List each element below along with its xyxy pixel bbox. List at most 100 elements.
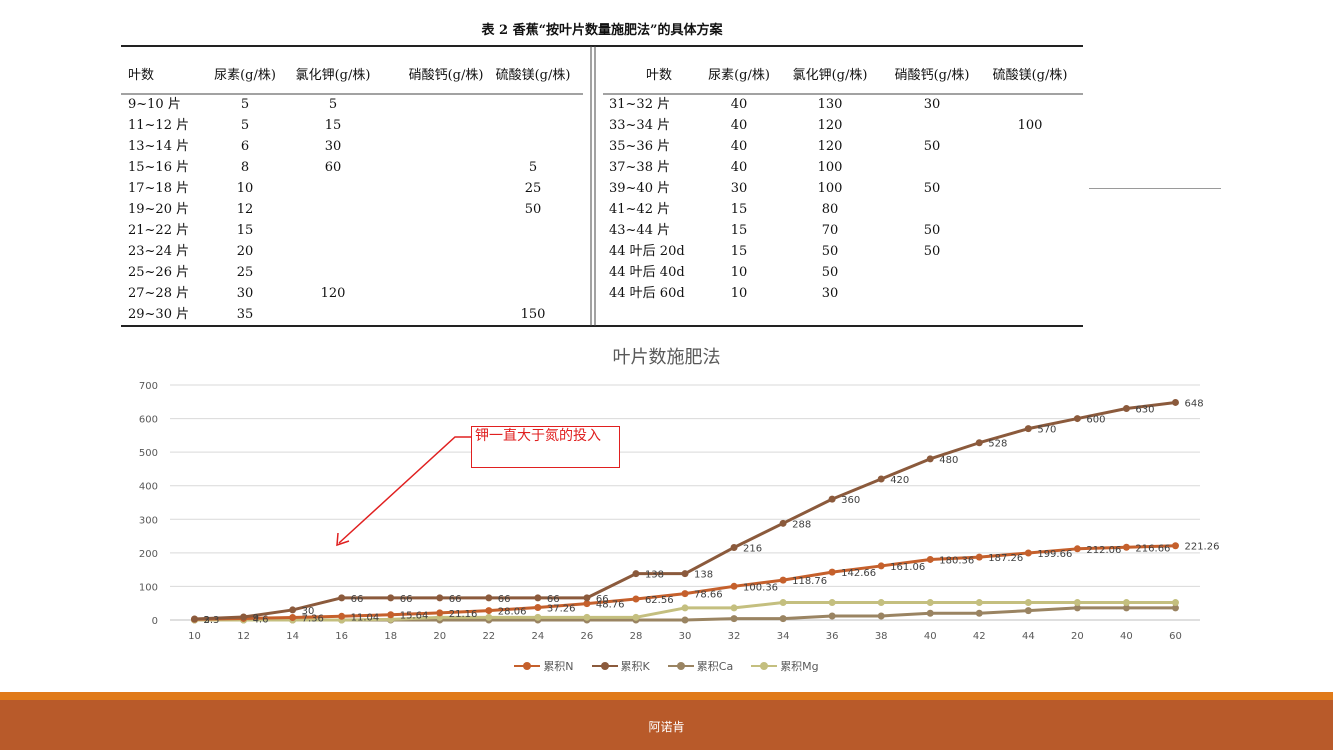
x-tick-label: 20 <box>1071 631 1084 642</box>
data-label: 62.56 <box>645 595 674 606</box>
chart-legend: 累积N 累积K 累积Ca 累积Mg <box>0 658 1333 674</box>
data-point <box>632 570 640 578</box>
data-label: 21.16 <box>449 609 478 620</box>
divider-line <box>1089 188 1221 189</box>
data-point <box>632 613 640 621</box>
table-cell: 29~30 片 <box>128 307 189 322</box>
footer-accent-bar <box>0 692 1333 700</box>
data-label: 187.26 <box>988 553 1023 564</box>
data-point <box>1171 398 1179 406</box>
data-label: 212.06 <box>1086 545 1121 556</box>
legend-item: 累积K <box>591 658 650 674</box>
table-cell: 120 <box>818 118 843 133</box>
data-point <box>828 612 836 620</box>
data-point <box>1122 599 1130 607</box>
table-cell: 15 <box>731 244 748 259</box>
y-tick-label: 500 <box>139 448 158 459</box>
data-label: 66 <box>400 594 413 605</box>
table-cell: 50 <box>924 223 941 238</box>
table-cell: 44 叶后 20d <box>609 244 685 259</box>
table-cell: 17~18 片 <box>128 181 189 196</box>
data-point <box>436 594 444 602</box>
data-point <box>436 609 444 617</box>
table-cell: 5 <box>241 118 249 133</box>
data-point <box>1024 607 1032 615</box>
table-caption: 表 2 香蕉“按叶片数量施肥法”的具体方案 <box>480 22 723 38</box>
data-label: 199.66 <box>1037 549 1072 560</box>
fertilizer-table: 表 2 香蕉“按叶片数量施肥法”的具体方案叶数 叶数 尿素(g/株) 尿素(g/株) 氯… <box>121 10 1083 330</box>
table-cell: 25 <box>525 181 542 196</box>
legend-label: 累积K <box>620 660 650 673</box>
data-label: 570 <box>1037 425 1056 436</box>
legend-item: 累积Ca <box>667 658 733 674</box>
data-label: 28.06 <box>498 607 527 618</box>
data-point <box>828 568 836 576</box>
table-cell: 19~20 片 <box>128 202 189 217</box>
table-cell: 60 <box>325 160 342 175</box>
table-cell: 39~40 片 <box>609 181 670 196</box>
data-point <box>926 555 934 563</box>
line-chart: 0 100 200 300 400 500 600 700 10 12 14 16 18 20 22 24 26… <box>139 381 1220 642</box>
x-tick-label: 26 <box>581 631 594 642</box>
table-cell: 15 <box>731 223 748 238</box>
table-cell: 9~10 片 <box>128 97 181 112</box>
table-cell: 50 <box>525 202 542 217</box>
x-tick-label: 16 <box>335 631 348 642</box>
table-cell: 30 <box>924 97 941 112</box>
data-label: 37.26 <box>547 603 576 614</box>
table-header-cell: 硝酸钙(g/株) <box>895 68 970 83</box>
data-label: 600 <box>1086 415 1105 426</box>
table-cell: 80 <box>822 202 839 217</box>
data-point <box>877 599 885 607</box>
table-cell: 15~16 片 <box>128 160 189 175</box>
table-cell: 15 <box>237 223 254 238</box>
data-point <box>681 616 689 624</box>
x-tick-label: 18 <box>384 631 397 642</box>
table-cell: 33~34 片 <box>609 118 670 133</box>
data-point <box>534 603 542 611</box>
table-header-cell: 叶数 <box>128 68 154 83</box>
data-label: 9 <box>253 613 259 624</box>
table-cell: 20 <box>237 244 254 259</box>
data-label: 288 <box>792 519 811 530</box>
table-cell: 10 <box>731 286 748 301</box>
table-cell: 40 <box>731 139 748 154</box>
data-point <box>1171 599 1179 607</box>
x-tick-label: 34 <box>777 631 790 642</box>
data-point <box>730 582 738 590</box>
table-cell: 35 <box>237 307 254 322</box>
data-point <box>583 613 591 621</box>
table-cell: 150 <box>521 307 546 322</box>
data-point <box>730 615 738 623</box>
table-cell: 30 <box>822 286 839 301</box>
table-cell: 23~24 片 <box>128 244 189 259</box>
data-label: 630 <box>1135 405 1154 416</box>
table-cell: 25~26 片 <box>128 265 189 280</box>
table-cell: 100 <box>818 160 843 175</box>
x-tick-label: 40 <box>924 631 937 642</box>
data-label: 138 <box>645 570 664 581</box>
data-label: 216 <box>743 543 762 554</box>
table-cell: 40 <box>731 97 748 112</box>
legend-swatch <box>514 662 541 670</box>
x-tick-label: 20 <box>433 631 446 642</box>
data-point <box>632 595 640 603</box>
table-cell: 27~28 片 <box>128 286 189 301</box>
data-point <box>387 594 395 602</box>
data-point <box>338 612 346 620</box>
x-tick-label: 22 <box>482 631 495 642</box>
y-tick-label: 400 <box>139 482 158 493</box>
table-cell: 70 <box>822 223 839 238</box>
y-tick-label: 700 <box>139 381 158 392</box>
table-cell: 21~22 片 <box>128 223 189 238</box>
table-cell: 43~44 片 <box>609 223 670 238</box>
data-point <box>681 604 689 612</box>
y-tick-label: 100 <box>139 582 158 593</box>
table-cell: 12 <box>237 202 254 217</box>
data-label: 11.04 <box>351 612 380 623</box>
y-tick-label: 200 <box>139 549 158 560</box>
data-point <box>681 590 689 598</box>
x-tick-label: 60 <box>1169 631 1182 642</box>
table-cell: 44 叶后 60d <box>609 286 685 301</box>
table-cell: 37~38 片 <box>609 160 670 175</box>
